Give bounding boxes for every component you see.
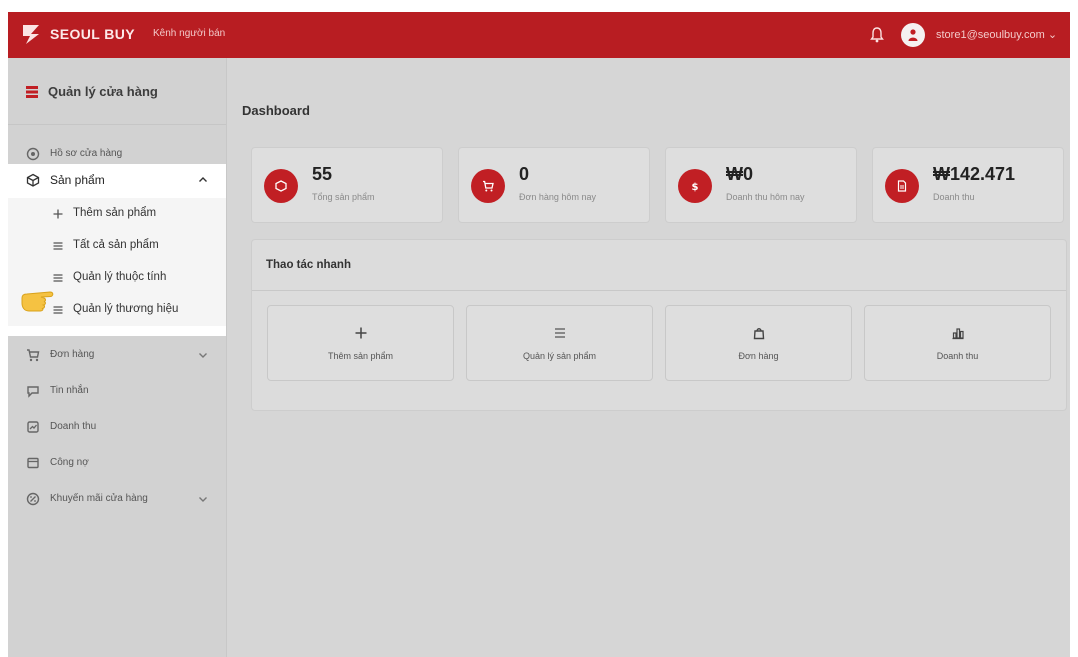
plus-icon: [53, 209, 63, 219]
account-email[interactable]: store1@seoulbuy.com ⌄: [936, 28, 1057, 41]
sidebar: Quản lý cửa hàng Hồ sơ cửa hàng Đơn hàng: [8, 58, 227, 657]
quick-action-add-product[interactable]: Thêm sản phẩm: [267, 305, 454, 381]
svg-text:$: $: [692, 182, 699, 192]
stat-value: ₩0: [726, 164, 753, 184]
divider: [252, 290, 1066, 291]
sidebar-item-label: Doanh thu: [50, 421, 97, 432]
cart-icon: [483, 180, 494, 192]
quick-actions-title: Thao tác nhanh: [266, 259, 351, 271]
store-profile-icon: [26, 147, 40, 161]
sidebar-title: Quản lý cửa hàng: [48, 84, 158, 99]
chat-icon: [27, 386, 39, 398]
stat-card-orders-today: 0 Đơn hàng hôm nay: [458, 147, 650, 223]
box-icon: [26, 173, 40, 187]
sidebar-item-messages[interactable]: Tin nhắn: [8, 376, 226, 406]
stat-caption: Đơn hàng hôm nay: [519, 192, 596, 202]
stat-caption: Doanh thu hôm nay: [726, 192, 805, 202]
stat-icon-circle: [264, 169, 298, 203]
sidebar-subitem-label: Quản lý thuộc tính: [73, 271, 167, 283]
chart-icon: [952, 328, 964, 340]
sidebar-item-label: Đơn hàng: [50, 349, 95, 360]
sidebar-item-promotions[interactable]: Khuyến mãi cửa hàng: [8, 484, 226, 514]
stat-icon-circle: [885, 169, 919, 203]
quick-action-label: Thêm sản phẩm: [327, 351, 394, 361]
cart-icon: [27, 349, 40, 362]
stat-value: 55: [312, 164, 333, 184]
sidebar-header: Quản lý cửa hàng: [8, 58, 226, 125]
quick-action-label: Doanh thu: [936, 351, 979, 361]
sidebar-item-label: Khuyến mãi cửa hàng: [50, 493, 148, 504]
stat-caption: Doanh thu: [933, 192, 975, 202]
quick-action-revenue[interactable]: Doanh thu: [864, 305, 1051, 381]
promo-icon: [26, 492, 40, 506]
channel-label: Kênh người bán: [153, 28, 226, 39]
stat-card-revenue-today: $ ₩0 Doanh thu hôm nay: [665, 147, 857, 223]
pointing-hand-icon: [21, 291, 54, 312]
stat-value: 0: [519, 164, 530, 184]
sidebar-subitem-all-products[interactable]: Tất cả sản phẩm: [8, 230, 226, 262]
stat-value: ₩142.471: [933, 164, 1016, 184]
sidebar-subitem-add-product[interactable]: Thêm sản phẩm: [8, 198, 226, 230]
chevron-down-icon[interactable]: [198, 494, 208, 504]
sidebar-item-orders[interactable]: Đơn hàng: [8, 340, 226, 370]
list-icon: [53, 242, 63, 250]
dollar-icon: $: [692, 182, 699, 192]
bag-icon: [753, 328, 765, 340]
stat-caption: Tổng sản phẩm: [312, 192, 375, 202]
avatar[interactable]: [901, 23, 925, 47]
chevron-down-icon[interactable]: [198, 350, 208, 360]
user-icon: [908, 29, 918, 41]
document-icon: [897, 180, 907, 192]
brand-name[interactable]: SEOUL BUY: [50, 26, 135, 42]
stat-card-total-products: 55 Tổng sản phẩm: [251, 147, 443, 223]
stat-icon-circle: $: [678, 169, 712, 203]
sidebar-item-label: Hồ sơ cửa hàng: [50, 148, 123, 159]
sidebar-subitem-label: Tất cả sản phẩm: [73, 239, 159, 251]
stat-icon-circle: [471, 169, 505, 203]
sidebar-item-products[interactable]: Sản phẩm: [8, 164, 226, 196]
quick-action-manage-products[interactable]: Quản lý sản phẩm: [466, 305, 653, 381]
app-window: SEOUL BUY Kênh người bán store1@seoulbuy…: [8, 12, 1070, 657]
box-icon: [275, 180, 287, 192]
list-icon: [53, 274, 63, 282]
sidebar-subitem-label: Quản lý thương hiệu: [73, 303, 179, 315]
revenue-icon: [27, 421, 39, 433]
list-icon: [555, 328, 565, 338]
debt-icon: [27, 457, 39, 469]
bell-icon[interactable]: [870, 27, 884, 43]
sidebar-item-debt[interactable]: Công nợ: [8, 448, 226, 478]
store-icon: [26, 86, 38, 98]
sidebar-item-label: Sản phẩm: [50, 173, 105, 187]
top-bar: SEOUL BUY Kênh người bán store1@seoulbuy…: [8, 12, 1070, 58]
quick-action-orders[interactable]: Đơn hàng: [665, 305, 852, 381]
chevron-up-icon[interactable]: [198, 175, 208, 185]
sidebar-item-label: Tin nhắn: [50, 385, 89, 396]
page-title: Dashboard: [242, 103, 310, 118]
sidebar-item-revenue[interactable]: Doanh thu: [8, 412, 226, 442]
quick-action-label: Đơn hàng: [738, 351, 779, 361]
quick-actions-panel: Thao tác nhanh Thêm sản phẩm Quản lý sản…: [251, 239, 1067, 411]
stat-card-revenue: ₩142.471 Doanh thu: [872, 147, 1064, 223]
plus-icon: [355, 327, 367, 339]
sidebar-subitem-label: Thêm sản phẩm: [73, 207, 157, 219]
main-content: Dashboard 55 Tổng sản phẩm 0 Đơn hàng hô…: [226, 58, 1070, 657]
quick-action-label: Quản lý sản phẩm: [522, 351, 597, 361]
logo-icon: [23, 25, 39, 44]
sidebar-item-label: Công nợ: [50, 457, 89, 468]
